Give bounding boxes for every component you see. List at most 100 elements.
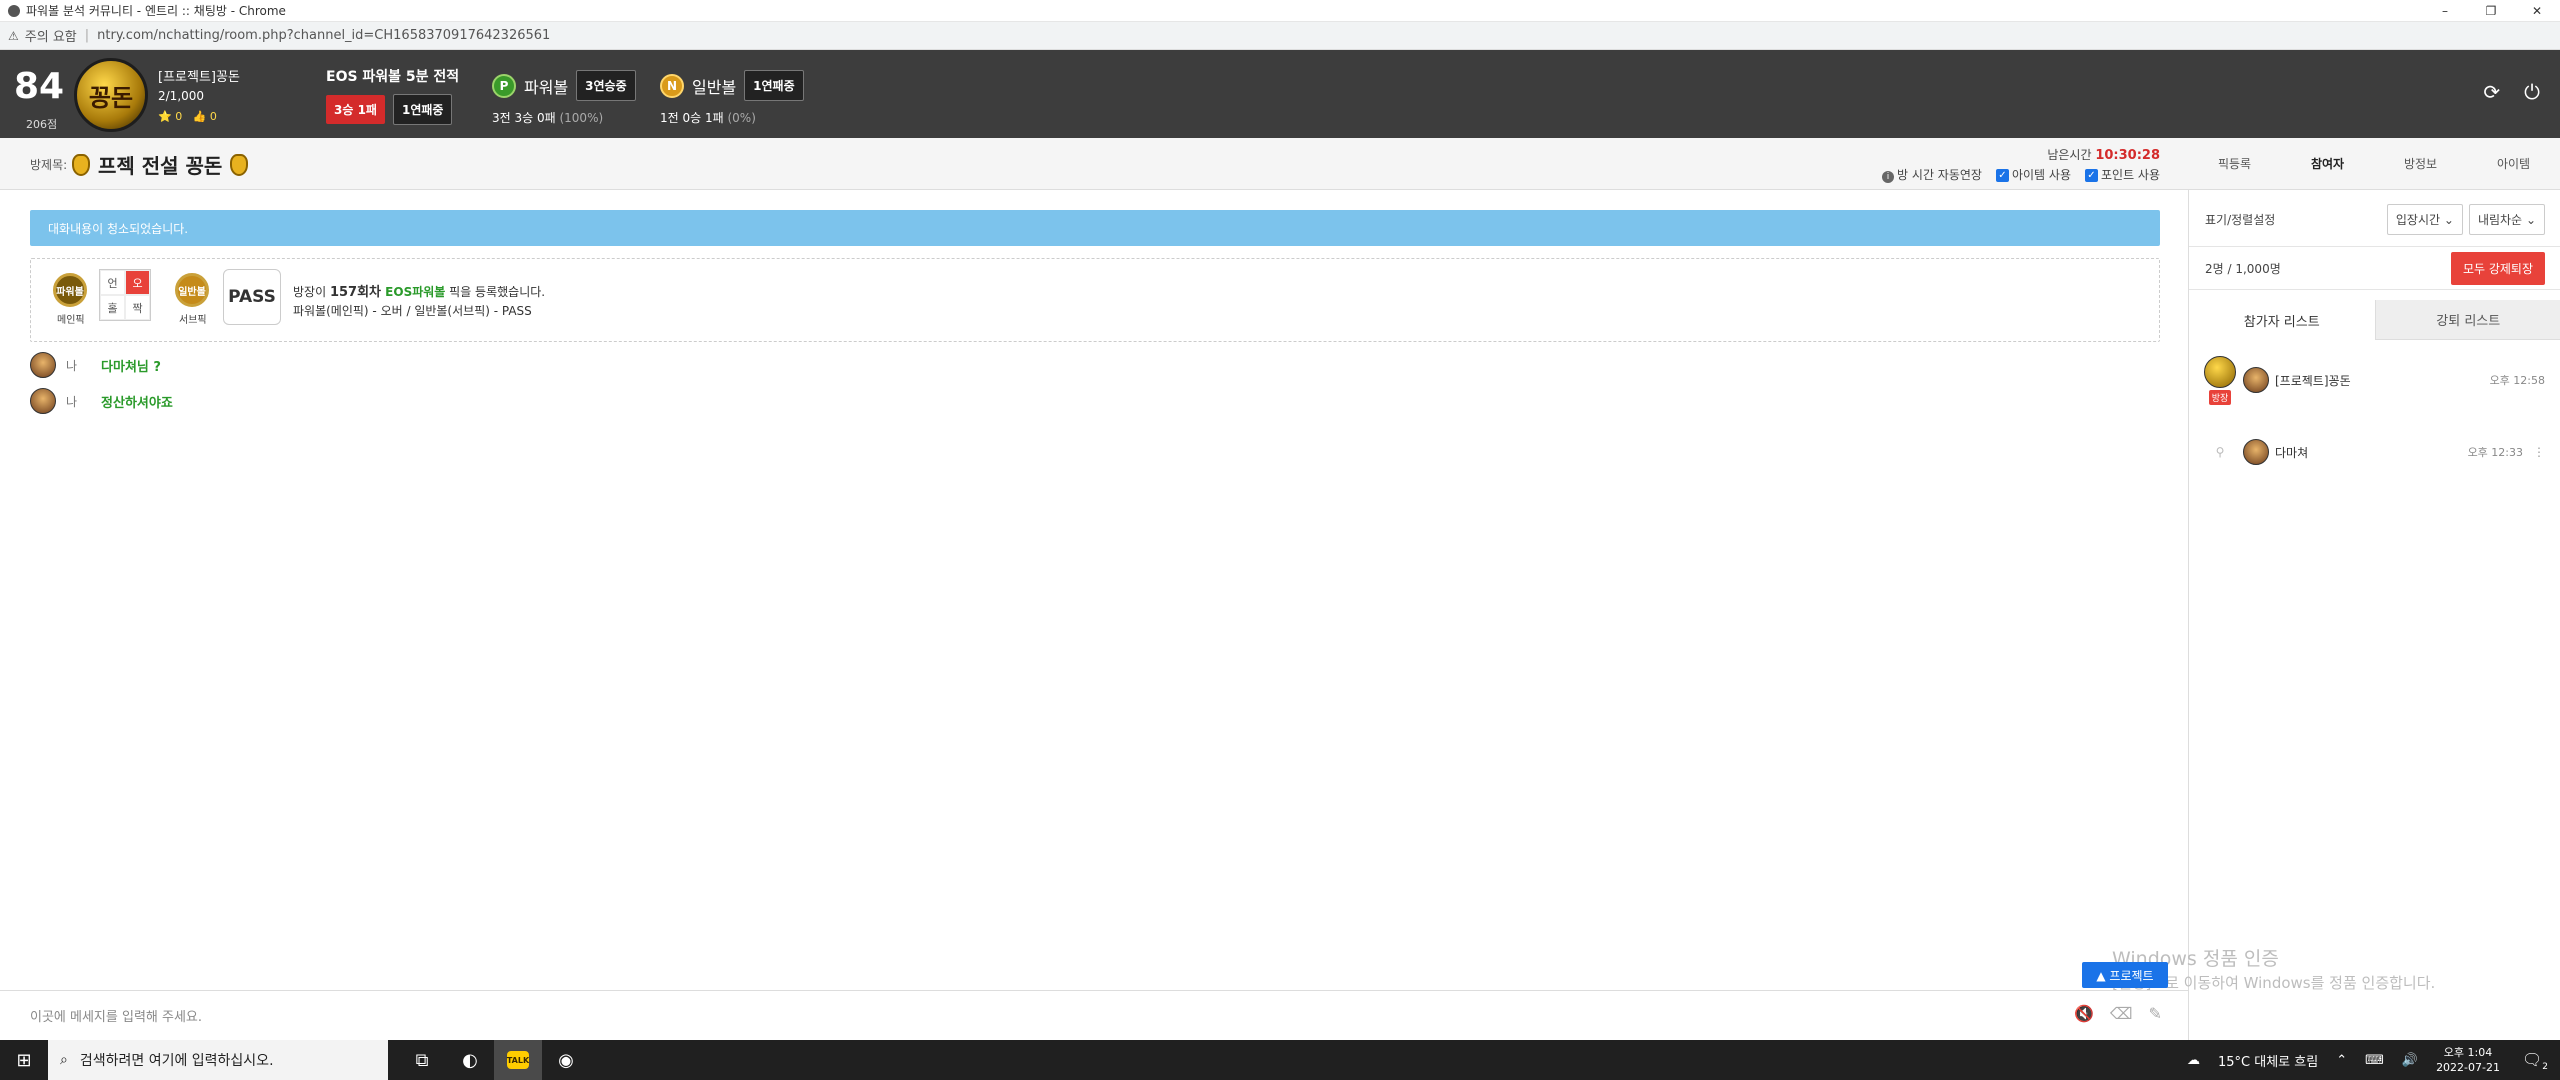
chrome-taskbar-icon[interactable]: ◉ xyxy=(542,1040,590,1080)
participant-time: 오후 12:33 xyxy=(2467,446,2523,459)
avatar xyxy=(2243,367,2269,393)
restore-button[interactable]: ❐ xyxy=(2468,0,2514,22)
windows-start-icon[interactable]: ⊞ xyxy=(0,1040,48,1080)
magic-wand-icon[interactable]: ✎ xyxy=(2149,1004,2162,1023)
powerball-stats: 3전 3승 0패 (100%) xyxy=(492,109,636,126)
project-button[interactable]: ▲ 프로젝트 xyxy=(2082,962,2168,988)
participants-panel: 표기/정렬설정 입장시간 ⌄ 내림차순 ⌄ 2명 / 1,000명 모두 강제퇴… xyxy=(2188,190,2560,1040)
tab-kicked-list[interactable]: 강퇴 리스트 xyxy=(2374,300,2560,340)
participant-name[interactable]: [프로젝트]꽁돈 xyxy=(2275,372,2351,389)
sub-pick-label: 서브픽 xyxy=(179,315,207,326)
auto-extend-option[interactable]: i방 시간 자동연장 xyxy=(1882,166,1982,183)
address-separator: | xyxy=(84,28,90,43)
message-author: 나 xyxy=(66,394,78,409)
taskbar: ⊞ ⌕ 검색하려면 여기에 입력하십시오. ⧉ ◐ TALK ◉ ☁ 15°C … xyxy=(0,1040,2560,1080)
chat-input-row[interactable]: 이곳에 메세지를 입력해 주세요. xyxy=(0,990,2188,1040)
network-icon[interactable]: ⌨ xyxy=(2365,1053,2384,1068)
volume-icon[interactable]: 🔊 xyxy=(2402,1053,2418,1068)
tab-room-info[interactable]: 방정보 xyxy=(2404,155,2437,172)
taskbar-search[interactable]: ⌕ 검색하려면 여기에 입력하십시오. xyxy=(48,1040,388,1080)
chat-message: 나 다마쳐님 ? xyxy=(30,352,161,378)
tab-participants[interactable]: 참여자 xyxy=(2311,155,2344,172)
search-icon: ⌕ xyxy=(60,1052,68,1068)
powerball-rate: (100%) xyxy=(559,111,604,125)
avatar xyxy=(30,388,56,414)
pass-box: PASS xyxy=(223,269,281,325)
notification-icon[interactable]: 🗨2 xyxy=(2522,1050,2548,1072)
message-author: 나 xyxy=(66,358,78,373)
chevron-down-icon: ⌄ xyxy=(2443,213,2454,227)
mute-icon[interactable]: 🔇 xyxy=(2074,1004,2094,1023)
header-actions: ⟳ ⏻ xyxy=(2483,80,2540,104)
weather-text[interactable]: 15°C 대체로 흐림 xyxy=(2218,1051,2318,1070)
chrome-icon xyxy=(8,4,20,17)
chat-input[interactable]: 이곳에 메세지를 입력해 주세요. xyxy=(30,1006,202,1025)
message-text: 다마쳐님 ? xyxy=(101,359,161,375)
normalball-coin-icon: N xyxy=(660,73,684,98)
point-use-label: 포인트 사용 xyxy=(2100,168,2160,182)
user-name[interactable]: [프로젝트]꽁돈 xyxy=(158,66,240,85)
room-options: i방 시간 자동연장 ✓ 아이템 사용 ✓ 포인트 사용 xyxy=(1882,166,2160,183)
address-bar[interactable]: ⚠ 주의 요함 | ntry.com/nchatting/room.php?ch… xyxy=(0,22,2560,50)
right-tabs: 픽등록 참여자 방정보 아이템 xyxy=(2188,138,2560,190)
level-badge-icon: ⚲ xyxy=(2215,445,2225,459)
kick-all-button[interactable]: 모두 강제퇴장 xyxy=(2450,251,2545,285)
security-warning[interactable]: 주의 요함 xyxy=(25,26,77,45)
sort-select[interactable]: 입장시간 ⌄ xyxy=(2386,204,2463,235)
pick-cell-even: 짝 xyxy=(125,295,150,320)
list-item[interactable]: ⚲ 다마쳐 오후 12:33 ⋮ xyxy=(2189,422,2560,482)
main-pick-badge-text: 파워볼 xyxy=(56,286,84,298)
sub-pick-badge-text: 일반볼 xyxy=(178,286,206,298)
like-count: 👍 0 xyxy=(192,110,217,123)
user-badge: 꽁돈 xyxy=(74,58,148,132)
eos-title: EOS 파워볼 5분 전적 xyxy=(326,69,460,85)
tray-arrow-icon[interactable]: ⌃ xyxy=(2336,1053,2347,1068)
remaining-time: 남은시간 10:30:28 xyxy=(2047,146,2160,163)
checkbox-checked-icon: ✓ xyxy=(1995,169,2009,182)
kakaotalk-icon[interactable]: TALK xyxy=(494,1040,542,1080)
close-button[interactable]: ✕ xyxy=(2514,0,2560,22)
clock[interactable]: 오후 1:04 2022-07-21 xyxy=(2436,1045,2500,1075)
chat-message: 나 정산하셔야죠 xyxy=(30,388,173,414)
participant-time: 오후 12:58 xyxy=(2489,374,2545,387)
notification-count: 2 xyxy=(2542,1062,2548,1073)
minimize-button[interactable]: – xyxy=(2422,0,2468,22)
powerball-title: 파워볼 xyxy=(524,77,569,97)
list-item[interactable]: 방장 [프로젝트]꽁돈 오후 12:58 xyxy=(2189,350,2560,410)
refresh-icon[interactable]: ⟳ xyxy=(2483,80,2500,104)
remaining-time-label: 남은시간 xyxy=(2047,148,2092,162)
tab-pick-register[interactable]: 픽등록 xyxy=(2218,155,2251,172)
level-badge-icon xyxy=(2204,355,2236,388)
normalball-section: N 일반볼 1연패중 1전 0승 1패 (0%) xyxy=(660,70,804,126)
normalball-title: 일반볼 xyxy=(692,77,737,97)
point-use-checkbox[interactable]: ✓ 포인트 사용 xyxy=(2084,166,2160,183)
taskbar-search-input[interactable]: 검색하려면 여기에 입력하십시오. xyxy=(80,1050,274,1070)
tab-participant-list[interactable]: 참가자 리스트 xyxy=(2189,300,2375,340)
url-text[interactable]: ntry.com/nchatting/room.php?channel_id=C… xyxy=(97,28,550,43)
powerball-coin-icon: P xyxy=(492,73,516,98)
window-titlebar: 파워볼 분석 커뮤니티 - 엔트리 :: 채팅방 - Chrome – ❐ ✕ xyxy=(0,0,2560,22)
powerball-record: 3전 3승 0패 xyxy=(492,111,556,125)
edge-icon[interactable]: ◐ xyxy=(446,1040,494,1080)
participant-name[interactable]: 다마쳐 xyxy=(2275,444,2308,461)
room-title-label: 방제목: xyxy=(30,158,68,172)
order-select[interactable]: 내림차순 ⌄ xyxy=(2468,204,2545,235)
remaining-time-value: 10:30:28 xyxy=(2095,148,2160,163)
pick-text-prefix: 방장이 xyxy=(293,285,330,299)
normalball-rate: (0%) xyxy=(727,111,756,125)
profile-header: 84 206점 꽁돈 [프로젝트]꽁돈 2/1,000 ⭐ 0 👍 0 EOS … xyxy=(0,50,2560,138)
order-select-value: 내림차순 xyxy=(2477,213,2523,227)
money-bag-icon xyxy=(230,153,249,176)
badge-text: 꽁돈 xyxy=(88,83,134,112)
avatar xyxy=(2243,439,2269,465)
tab-items[interactable]: 아이템 xyxy=(2497,155,2530,172)
power-icon[interactable]: ⏻ xyxy=(2524,80,2540,104)
eraser-icon[interactable]: ⌫ xyxy=(2110,1004,2133,1023)
sort-select-value: 입장시간 xyxy=(2395,213,2441,227)
item-use-checkbox[interactable]: ✓ 아이템 사용 xyxy=(1995,166,2071,183)
task-view-icon[interactable]: ⧉ xyxy=(398,1040,446,1080)
message-text: 정산하셔야죠 xyxy=(101,395,173,411)
participant-tabs: 참가자 리스트 강퇴 리스트 xyxy=(2189,300,2560,340)
more-options-icon[interactable]: ⋮ xyxy=(2533,445,2545,459)
normalball-streak: 1연패중 xyxy=(744,70,804,101)
